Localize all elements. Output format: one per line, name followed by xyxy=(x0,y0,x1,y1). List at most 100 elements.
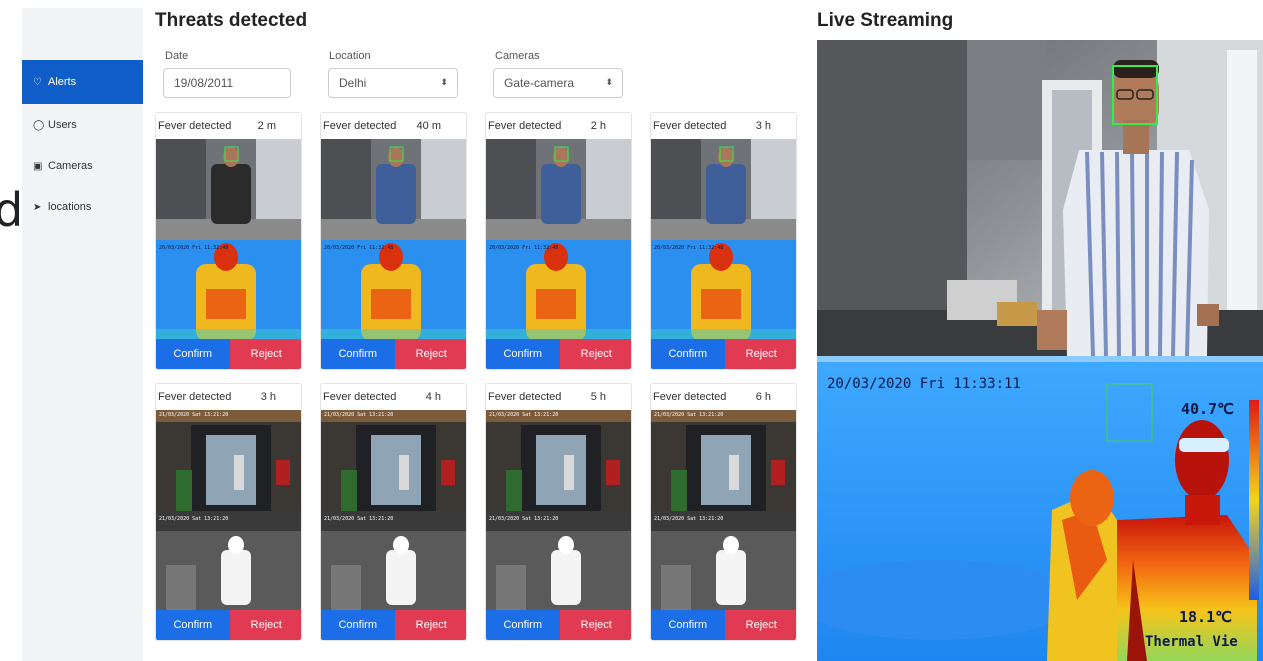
threat-status: Fever detected xyxy=(488,391,562,403)
location-label: Location xyxy=(329,50,371,62)
confirm-button[interactable]: Confirm xyxy=(321,339,395,369)
date-field[interactable]: 19/08/2011 xyxy=(163,68,291,98)
sidebar-item-alerts[interactable]: ♡ Alerts xyxy=(22,60,143,104)
threat-status: Fever detected xyxy=(488,120,562,132)
svg-text:21/03/2020 Sat 13:21:20: 21/03/2020 Sat 13:21:20 xyxy=(654,412,723,418)
threat-card-header: Fever detected 3 h xyxy=(156,384,301,410)
thermal-timestamp: 20/03/2020 Fri 11:33:11 xyxy=(827,376,1021,392)
reject-button[interactable]: Reject xyxy=(559,339,631,369)
threat-time: 5 h xyxy=(590,391,606,403)
svg-text:21/03/2020 Sat 13:21:20: 21/03/2020 Sat 13:21:20 xyxy=(159,516,228,522)
threat-time: 3 h xyxy=(755,120,771,132)
select-caret-icon: ⬍ xyxy=(605,77,613,87)
svg-text:20/03/2020 Fri 11:32:48: 20/03/2020 Fri 11:32:48 xyxy=(489,245,558,251)
threat-time: 40 m xyxy=(416,120,441,132)
thermal-temp-high: 40.7℃ xyxy=(1181,400,1234,418)
reject-button[interactable]: Reject xyxy=(724,610,796,640)
cameras-label: Cameras xyxy=(495,50,540,62)
threat-card-actions: Confirm Reject xyxy=(486,610,631,640)
reject-button[interactable]: Reject xyxy=(724,339,796,369)
bell-icon: ♡ xyxy=(33,76,42,88)
sidebar-item-label: Cameras xyxy=(48,160,93,172)
svg-text:21/03/2020 Sat 13:21:20: 21/03/2020 Sat 13:21:20 xyxy=(654,516,723,522)
threat-time: 3 h xyxy=(260,391,276,403)
threat-card: Fever detected 40 m 20/03/2020 Fri 11:32:4… xyxy=(320,112,467,370)
threat-snapshot-image[interactable]: 20/03/2020 Fri 11:32:48 xyxy=(156,139,302,341)
threat-status: Fever detected xyxy=(323,120,397,132)
reject-button[interactable]: Reject xyxy=(394,610,466,640)
sidebar-item-label: Alerts xyxy=(48,76,77,88)
threat-card-actions: Confirm Reject xyxy=(321,339,466,369)
user-icon: ◯ xyxy=(33,119,45,131)
confirm-button[interactable]: Confirm xyxy=(651,339,725,369)
threat-card: Fever detected 5 h 21/03/2020 Sat 13:21:20… xyxy=(485,383,632,641)
reject-button[interactable]: Reject xyxy=(394,339,466,369)
threat-snapshot-image[interactable]: 20/03/2020 Fri 11:32:48 xyxy=(321,139,467,341)
reject-button[interactable]: Reject xyxy=(559,610,631,640)
threat-snapshot-image[interactable]: 21/03/2020 Sat 13:21:20 21/03/2020 Sat 13… xyxy=(651,410,797,612)
threat-card-header: Fever detected 6 h xyxy=(651,384,796,410)
threat-snapshot-image[interactable]: 21/03/2020 Sat 13:21:20 21/03/2020 Sat 13… xyxy=(156,410,302,612)
sidebar-item-users[interactable]: ◯ Users xyxy=(22,103,143,147)
confirm-button[interactable]: Confirm xyxy=(651,610,725,640)
threat-card-actions: Confirm Reject xyxy=(651,339,796,369)
svg-text:21/03/2020 Sat 13:21:20: 21/03/2020 Sat 13:21:20 xyxy=(489,516,558,522)
threat-card: Fever detected 2 m 20/03/2020 Fri 11:32:48… xyxy=(155,112,302,370)
threat-card: Fever detected 2 h 20/03/2020 Fri 11:32:48… xyxy=(485,112,632,370)
svg-text:20/03/2020 Fri 11:32:48: 20/03/2020 Fri 11:32:48 xyxy=(159,245,228,251)
threat-card-header: Fever detected 4 h xyxy=(321,384,466,410)
svg-text:20/03/2020 Fri 11:32:48: 20/03/2020 Fri 11:32:48 xyxy=(654,245,723,251)
thermal-view-label: Thermal Vie xyxy=(1145,634,1238,650)
threat-status: Fever detected xyxy=(158,120,232,132)
threat-card: Fever detected 4 h 21/03/2020 Sat 13:21:20… xyxy=(320,383,467,641)
reject-button[interactable]: Reject xyxy=(229,339,301,369)
thermal-temp-low: 18.1℃ xyxy=(1179,608,1232,626)
threat-status: Fever detected xyxy=(323,391,397,403)
sidebar-item-label: Users xyxy=(48,119,77,131)
threat-card: Fever detected 3 h 20/03/2020 Fri 11:32:48… xyxy=(650,112,797,370)
threat-snapshot-image[interactable]: 20/03/2020 Fri 11:32:48 xyxy=(651,139,797,341)
threat-status: Fever detected xyxy=(653,391,727,403)
svg-text:21/03/2020 Sat 13:21:20: 21/03/2020 Sat 13:21:20 xyxy=(489,412,558,418)
sidebar-item-label: locations xyxy=(48,201,92,213)
confirm-button[interactable]: Confirm xyxy=(156,610,230,640)
threat-snapshot-image[interactable]: 20/03/2020 Fri 11:32:48 xyxy=(486,139,632,341)
threat-snapshot-image[interactable]: 21/03/2020 Sat 13:21:20 21/03/2020 Sat 13… xyxy=(321,410,467,612)
page-title: Threats detected xyxy=(155,10,308,31)
threat-status: Fever detected xyxy=(158,391,232,403)
rgb-camera-feed xyxy=(817,40,1263,357)
threat-status: Fever detected xyxy=(653,120,727,132)
reject-button[interactable]: Reject xyxy=(229,610,301,640)
cameras-select[interactable]: Gate-camera ⬍ xyxy=(493,68,623,98)
confirm-button[interactable]: Confirm xyxy=(156,339,230,369)
threat-card: Fever detected 6 h 21/03/2020 Sat 13:21:20… xyxy=(650,383,797,641)
select-caret-icon: ⬍ xyxy=(440,77,448,87)
threat-time: 4 h xyxy=(425,391,441,403)
threat-time: 2 h xyxy=(590,120,606,132)
threat-card-header: Fever detected 40 m xyxy=(321,113,466,139)
threat-card-actions: Confirm Reject xyxy=(486,339,631,369)
threat-time: 6 h xyxy=(755,391,771,403)
threat-card-header: Fever detected 3 h xyxy=(651,113,796,139)
svg-text:21/03/2020 Sat 13:21:20: 21/03/2020 Sat 13:21:20 xyxy=(159,412,228,418)
live-streaming-title: Live Streaming xyxy=(817,10,954,31)
threat-card-actions: Confirm Reject xyxy=(156,610,301,640)
threat-card-actions: Confirm Reject xyxy=(156,339,301,369)
location-value: Delhi xyxy=(339,76,367,90)
location-arrow-icon: ➤ xyxy=(33,201,42,213)
threat-card-actions: Confirm Reject xyxy=(321,610,466,640)
live-stream-view[interactable]: 20/03/2020 Fri 11:33:11 40.7℃ 18.1℃ Ther… xyxy=(817,40,1263,661)
camera-icon: ▣ xyxy=(33,160,43,172)
threat-card-header: Fever detected 2 h xyxy=(486,113,631,139)
cameras-value: Gate-camera xyxy=(504,76,575,90)
sidebar-item-cameras[interactable]: ▣ Cameras xyxy=(22,144,143,188)
confirm-button[interactable]: Confirm xyxy=(486,339,560,369)
confirm-button[interactable]: Confirm xyxy=(486,610,560,640)
sidebar-item-locations[interactable]: ➤ locations xyxy=(22,185,143,229)
confirm-button[interactable]: Confirm xyxy=(321,610,395,640)
location-select[interactable]: Delhi ⬍ xyxy=(328,68,458,98)
date-value: 19/08/2011 xyxy=(174,76,234,90)
threat-card-header: Fever detected 5 h xyxy=(486,384,631,410)
threat-snapshot-image[interactable]: 21/03/2020 Sat 13:21:20 21/03/2020 Sat 13… xyxy=(486,410,632,612)
svg-text:20/03/2020 Fri 11:32:48: 20/03/2020 Fri 11:32:48 xyxy=(324,245,393,251)
